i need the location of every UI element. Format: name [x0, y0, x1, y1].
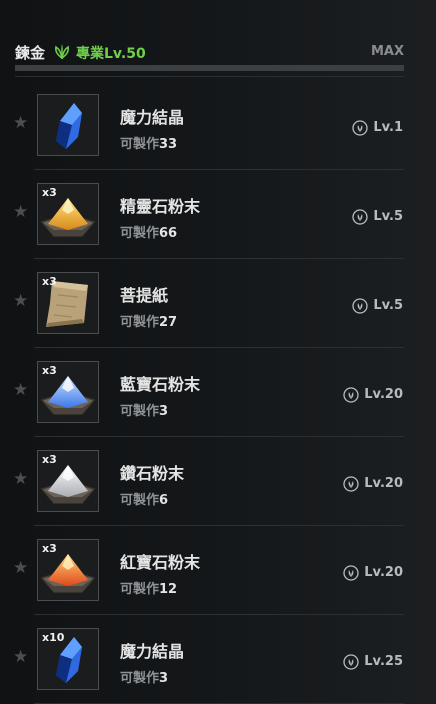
craftable-number: 27: [159, 315, 178, 330]
craftable-label: 可製作: [120, 404, 160, 419]
recipe-row[interactable]: ★ 魔力結晶 可製作33 Lv.1: [0, 81, 436, 170]
item-thumbnail[interactable]: x3: [37, 539, 99, 601]
craftable-count: 可製作27: [120, 311, 177, 330]
item-thumbnail[interactable]: x3: [37, 272, 99, 334]
item-thumbnail[interactable]: x10: [37, 628, 99, 690]
favorite-star-icon[interactable]: ★: [13, 293, 29, 310]
required-level: Lv.5: [352, 295, 403, 314]
output-quantity: x3: [42, 453, 57, 466]
level-text: Lv.5: [373, 298, 403, 313]
item-thumbnail[interactable]: x3: [37, 450, 99, 512]
level-text: Lv.20: [364, 387, 403, 402]
progress-fill: [15, 65, 404, 71]
max-label: MAX: [370, 44, 404, 59]
required-level: Lv.20: [343, 562, 403, 581]
craftable-number: 3: [159, 404, 169, 419]
recipe-row[interactable]: ★ x3 精靈石粉末 可製作66 Lv.5: [0, 170, 436, 259]
item-thumbnail[interactable]: [37, 94, 99, 156]
craftable-label: 可製作: [120, 582, 160, 597]
craftable-label: 可製作: [120, 137, 160, 152]
item-thumbnail[interactable]: x3: [37, 361, 99, 423]
item-name: 藍寶石粉末: [120, 375, 201, 394]
craftable-number: 66: [159, 226, 178, 241]
output-quantity: x3: [42, 364, 57, 377]
craftable-count: 可製作33: [120, 133, 177, 152]
favorite-star-icon[interactable]: ★: [13, 560, 29, 577]
required-level: Lv.1: [352, 117, 403, 136]
item-name: 精靈石粉末: [120, 197, 201, 216]
craftable-label: 可製作: [120, 493, 160, 508]
level-leaf-icon: [343, 564, 359, 581]
favorite-star-icon[interactable]: ★: [13, 382, 29, 399]
required-level: Lv.20: [343, 384, 403, 403]
craftable-number: 3: [159, 671, 169, 686]
proficiency-progress-bar: [15, 65, 404, 71]
craftable-number: 12: [159, 582, 178, 597]
item-thumbnail[interactable]: x3: [37, 183, 99, 245]
output-quantity: x10: [42, 631, 65, 644]
level-leaf-icon: [343, 475, 359, 492]
item-name: 鑽石粉末: [120, 464, 185, 483]
item-name: 菩提紙: [120, 286, 169, 305]
proficiency-level: 專業Lv.50: [76, 46, 146, 62]
craftable-count: 可製作3: [120, 400, 168, 419]
level-text: Lv.20: [364, 476, 403, 491]
required-level: Lv.5: [352, 206, 403, 225]
craftable-count: 可製作6: [120, 489, 168, 508]
level-leaf-icon: [352, 119, 368, 136]
level-text: Lv.5: [373, 209, 403, 224]
recipe-row[interactable]: ★ x3 鑽石粉末 可製作6 Lv.20: [0, 437, 436, 526]
recipe-row[interactable]: ★ x3 藍寶石粉末 可製作3 Lv.20: [0, 348, 436, 437]
required-level: Lv.25: [343, 651, 403, 670]
skill-name: 鍊金: [15, 44, 46, 62]
craftable-label: 可製作: [120, 226, 160, 241]
output-quantity: x3: [42, 186, 57, 199]
craftable-count: 可製作3: [120, 667, 168, 686]
craftable-label: 可製作: [120, 671, 160, 686]
level-text: Lv.20: [364, 565, 403, 580]
level-leaf-icon: [343, 386, 359, 403]
item-name: 魔力結晶: [120, 108, 185, 127]
output-quantity: x3: [42, 275, 57, 288]
item-name: 紅寶石粉末: [120, 553, 201, 572]
level-text: Lv.1: [373, 120, 403, 135]
craftable-count: 可製作66: [120, 222, 177, 241]
recipe-row[interactable]: ★ x3 紅寶石粉末 可製作12 Lv.20: [0, 526, 436, 615]
skill-header: 鍊金 專業Lv.50 MAX: [15, 42, 404, 62]
favorite-star-icon[interactable]: ★: [13, 649, 29, 666]
craftable-number: 6: [159, 493, 169, 508]
proficiency-leaf-icon: [55, 44, 69, 59]
craftable-number: 33: [159, 137, 178, 152]
level-text: Lv.25: [364, 654, 403, 669]
item-name: 魔力結晶: [120, 642, 185, 661]
level-leaf-icon: [352, 297, 368, 314]
recipe-row[interactable]: ★ x3 菩提紙 可製作27 Lv.5: [0, 259, 436, 348]
output-quantity: x3: [42, 542, 57, 555]
header-divider: [15, 76, 404, 77]
favorite-star-icon[interactable]: ★: [13, 204, 29, 221]
craftable-count: 可製作12: [120, 578, 177, 597]
level-leaf-icon: [352, 208, 368, 225]
craftable-label: 可製作: [120, 315, 160, 330]
favorite-star-icon[interactable]: ★: [13, 471, 29, 488]
required-level: Lv.20: [343, 473, 403, 492]
favorite-star-icon[interactable]: ★: [13, 115, 29, 132]
level-leaf-icon: [343, 653, 359, 670]
